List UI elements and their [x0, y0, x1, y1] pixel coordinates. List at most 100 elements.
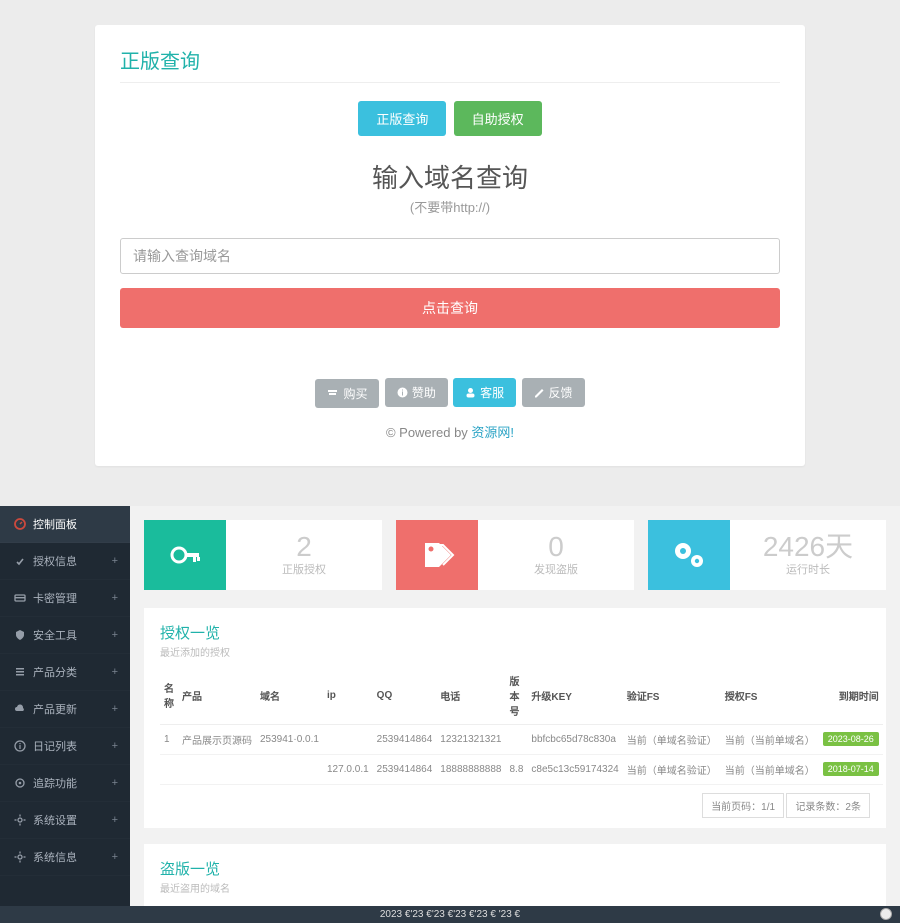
tab-row: 正版查询 自助授权 — [120, 101, 780, 136]
stat-value: 0 — [548, 533, 564, 561]
stat-row: 2正版授权0发现盗版2426天运行时长 — [144, 520, 886, 590]
stat-value: 2 — [296, 533, 312, 561]
auth-list-card: 授权一览 最近添加的授权 名称产品域名ipQQ电话版本号升级KEY验证FS授权F… — [144, 608, 886, 828]
sidebar-item-auth[interactable]: 授权信息 + — [0, 543, 130, 580]
expand-icon: + — [112, 740, 118, 752]
tab-genuine-query[interactable]: 正版查询 — [358, 101, 446, 136]
sidebar-item-label: 卡密管理 — [33, 590, 77, 606]
table-cell: 产品展示页源码 — [178, 724, 256, 754]
track-icon — [14, 777, 26, 789]
feedback-label: 反馈 — [549, 384, 573, 401]
expand-icon: + — [112, 814, 118, 826]
powered-prefix: © Powered by — [386, 425, 471, 440]
stat-label: 发现盗版 — [534, 561, 578, 577]
auth-col-header: 名称 — [160, 667, 178, 725]
auth-icon — [14, 555, 26, 567]
auth-col-header: 版本号 — [505, 667, 527, 725]
service-button[interactable]: 客服 — [453, 378, 516, 407]
buy-label: 购买 — [343, 385, 367, 402]
table-cell — [178, 754, 256, 784]
table-cell: 253941·0.0.1 — [256, 724, 323, 754]
gear-icon — [14, 814, 26, 826]
sidebar-item-gear[interactable]: 系统设置 + — [0, 802, 130, 839]
service-label: 客服 — [480, 384, 504, 401]
expand-icon: + — [112, 777, 118, 789]
table-cell: 2539414864 — [373, 724, 437, 754]
sidebar-item-label: 安全工具 — [33, 627, 77, 643]
expand-icon: + — [112, 629, 118, 641]
sidebar-item-label: 系统设置 — [33, 812, 77, 828]
auth-col-header: 电话 — [436, 667, 505, 725]
table-cell: 8.8 — [505, 754, 527, 784]
auth-table-header: 名称产品域名ipQQ电话版本号升级KEY验证FS授权FS到期时间 — [160, 667, 883, 725]
gear-icon — [14, 851, 26, 863]
expand-icon: + — [112, 592, 118, 604]
table-cell: 当前（单域名验证） — [623, 724, 721, 754]
scroll-top-icon[interactable] — [880, 908, 892, 920]
sidebar-item-label: 授权信息 — [33, 553, 77, 569]
auth-table: 名称产品域名ipQQ电话版本号升级KEY验证FS授权FS到期时间 1产品展示页源… — [160, 667, 883, 785]
stat-card-key: 2正版授权 — [144, 520, 382, 590]
expand-icon: + — [112, 851, 118, 863]
table-cell: 1 — [160, 724, 178, 754]
pager-count[interactable]: 记录条数：2条 — [786, 793, 870, 818]
sidebar-item-label: 追踪功能 — [33, 775, 77, 791]
query-subheading: (不要带http://) — [120, 197, 780, 216]
expiry-cell: 2023-08-26 — [819, 724, 883, 754]
auth-col-header: 到期时间 — [819, 667, 883, 725]
tag-icon — [396, 520, 478, 590]
buy-button[interactable]: 购买 — [315, 379, 379, 408]
sidebar: 控制面板授权信息+卡密管理+安全工具+产品分类+产品更新+日记列表+追踪功能+系… — [0, 506, 130, 906]
sidebar-item-track[interactable]: 追踪功能 + — [0, 765, 130, 802]
auth-col-header: QQ — [373, 667, 437, 725]
table-row[interactable]: 1产品展示页源码253941·0.0.1 25394148641232132132… — [160, 724, 883, 754]
auth-list-title: 授权一览 — [160, 622, 870, 643]
footer-buttons: 购买 赞助 客服 反馈 — [120, 378, 780, 408]
key-icon — [144, 520, 226, 590]
stat-value: 2426天 — [763, 533, 853, 561]
sidebar-item-info[interactable]: 日记列表+ — [0, 728, 130, 765]
dashboard-icon — [14, 518, 26, 530]
user-icon — [465, 387, 476, 398]
stat-label: 运行时长 — [786, 561, 830, 577]
card-icon — [14, 592, 26, 604]
feedback-button[interactable]: 反馈 — [522, 378, 585, 407]
table-cell: 12321321321 — [436, 724, 505, 754]
info-icon — [397, 387, 408, 398]
sidebar-item-card[interactable]: 卡密管理 + — [0, 580, 130, 617]
sponsor-button[interactable]: 赞助 — [385, 378, 448, 407]
auth-col-header: 产品 — [178, 667, 256, 725]
sidebar-item-gear[interactable]: 系统信息+ — [0, 839, 130, 876]
expand-icon: + — [112, 703, 118, 715]
sidebar-item-list[interactable]: 产品分类+ — [0, 654, 130, 691]
tab-self-auth[interactable]: 自助授权 — [454, 101, 542, 136]
table-row[interactable]: 127.0.0.12539414864188888888888.8c8e5c13… — [160, 754, 883, 784]
expiry-badge: 2023-08-26 — [823, 732, 879, 746]
query-heading: 输入域名查询 — [120, 158, 780, 195]
auth-list-sub: 最近添加的授权 — [160, 644, 870, 659]
auth-col-header: 验证FS — [623, 667, 721, 725]
powered-link[interactable]: 资源网! — [471, 425, 514, 440]
table-cell: 当前（当前单域名） — [721, 754, 819, 784]
stat-card-tag: 0发现盗版 — [396, 520, 634, 590]
stat-card-cogs: 2426天运行时长 — [648, 520, 886, 590]
expand-icon: + — [112, 555, 118, 567]
auth-col-header: 域名 — [256, 667, 323, 725]
table-cell: 18888888888 — [436, 754, 505, 784]
table-cell — [160, 754, 178, 784]
ribbon-text: 2023 €'23 €'23 €'23 €'23 € '23 € — [380, 909, 520, 920]
table-cell — [505, 724, 527, 754]
pager-page[interactable]: 当前页码：1/1 — [702, 793, 784, 818]
domain-input[interactable] — [120, 238, 780, 274]
sidebar-item-shield[interactable]: 安全工具 + — [0, 617, 130, 654]
query-submit-button[interactable]: 点击查询 — [120, 288, 780, 328]
table-cell: 2539414864 — [373, 754, 437, 784]
sidebar-item-cloud[interactable]: 产品更新+ — [0, 691, 130, 728]
panel-title: 正版查询 — [120, 45, 780, 83]
pirate-list-title: 盗版一览 — [160, 858, 870, 879]
expiry-cell: 2018-07-14 — [819, 754, 883, 784]
stat-label: 正版授权 — [282, 561, 326, 577]
cogs-icon — [648, 520, 730, 590]
sidebar-item-dashboard[interactable]: 控制面板 — [0, 506, 130, 543]
shield-icon — [14, 629, 26, 641]
